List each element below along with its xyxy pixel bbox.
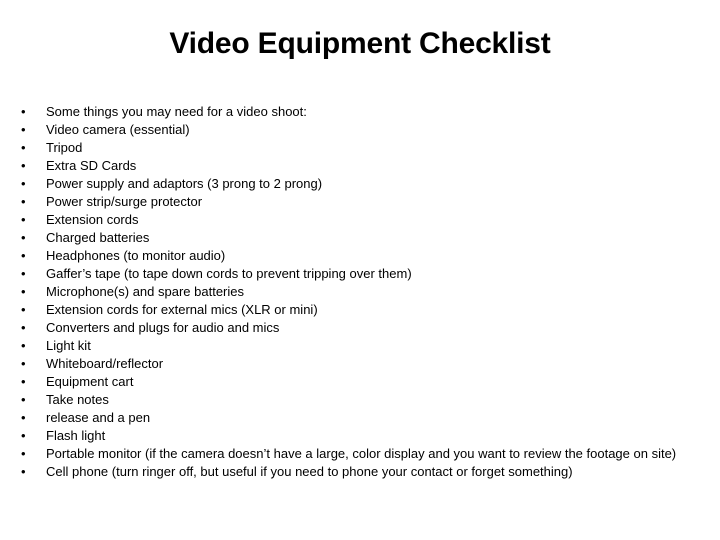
list-item: • Charged batteries	[0, 229, 720, 247]
list-item-label: Power strip/surge protector	[46, 194, 203, 209]
list-item-label: Extension cords for external mics (XLR o…	[46, 302, 318, 317]
list-item: • Headphones (to monitor audio)	[0, 247, 720, 265]
list-item: • Extension cords	[0, 211, 720, 229]
list-item-label: Extension cords	[46, 212, 139, 227]
bullet-icon: •	[21, 230, 26, 245]
list-item-label: Equipment cart	[46, 374, 134, 389]
bullet-icon: •	[21, 302, 26, 317]
list-item: • Take notes	[0, 391, 720, 409]
bullet-icon: •	[21, 212, 26, 227]
bullet-icon: •	[21, 158, 26, 173]
slide-canvas: Video Equipment Checklist • Some things …	[0, 0, 720, 540]
list-item: • Power supply and adaptors (3 prong to …	[0, 175, 720, 193]
bullet-icon: •	[21, 446, 26, 461]
bullet-icon: •	[21, 266, 26, 281]
bullet-icon: •	[21, 410, 26, 425]
bullet-icon: •	[21, 374, 26, 389]
bullet-icon: •	[21, 284, 26, 299]
list-item: • Video camera (essential)	[0, 121, 720, 139]
list-item-label: Tripod	[46, 140, 83, 155]
list-item-label: Charged batteries	[46, 230, 150, 245]
list-item: • Whiteboard/reflector	[0, 355, 720, 373]
list-item: • Extra SD Cards	[0, 157, 720, 175]
list-item-label: Cell phone (turn ringer off, but useful …	[46, 464, 573, 479]
list-item: • Flash light	[0, 427, 720, 445]
list-item-label: Some things you may need for a video sho…	[46, 104, 307, 119]
list-item: • Light kit	[0, 337, 720, 355]
list-item-label: Microphone(s) and spare batteries	[46, 284, 244, 299]
list-item: • Microphone(s) and spare batteries	[0, 283, 720, 301]
list-item: • Power strip/surge protector	[0, 193, 720, 211]
bullet-icon: •	[21, 194, 26, 209]
bullet-icon: •	[21, 392, 26, 407]
list-item: • Equipment cart	[0, 373, 720, 391]
bullet-icon: •	[21, 140, 26, 155]
bullet-icon: •	[21, 464, 26, 479]
list-item-label: Portable monitor (if the camera doesn’t …	[46, 446, 677, 461]
bullet-icon: •	[21, 338, 26, 353]
bullet-icon: •	[21, 248, 26, 263]
list-item: • Gaffer’s tape (to tape down cords to p…	[0, 265, 720, 283]
list-item-label: Extra SD Cards	[46, 158, 137, 173]
list-item-label: Video camera (essential)	[46, 122, 190, 137]
bullet-icon: •	[21, 104, 26, 119]
bullet-icon: •	[21, 428, 26, 443]
equipment-checklist: • Some things you may need for a video s…	[0, 103, 720, 481]
list-item: • Cell phone (turn ringer off, but usefu…	[0, 463, 720, 481]
list-item-label: Light kit	[46, 338, 91, 353]
list-item: • Portable monitor (if the camera doesn’…	[0, 445, 720, 463]
list-item: • release and a pen	[0, 409, 720, 427]
list-item: • Extension cords for external mics (XLR…	[0, 301, 720, 319]
list-item-label: Headphones (to monitor audio)	[46, 248, 226, 263]
list-item-label: Take notes	[46, 392, 109, 407]
list-item: • Some things you may need for a video s…	[0, 103, 720, 121]
list-item-label: Flash light	[46, 428, 106, 443]
list-item: • Converters and plugs for audio and mic…	[0, 319, 720, 337]
list-item-label: Converters and plugs for audio and mics	[46, 320, 280, 335]
list-item-label: Gaffer’s tape (to tape down cords to pre…	[46, 266, 412, 281]
page-title: Video Equipment Checklist	[169, 27, 551, 60]
bullet-icon: •	[21, 356, 26, 371]
list-item-label: release and a pen	[46, 410, 151, 425]
bullet-icon: •	[21, 320, 26, 335]
list-item: • Tripod	[0, 139, 720, 157]
list-item-label: Whiteboard/reflector	[46, 356, 164, 371]
list-item-label: Power supply and adaptors (3 prong to 2 …	[46, 176, 323, 191]
bullet-icon: •	[21, 176, 26, 191]
bullet-icon: •	[21, 122, 26, 137]
